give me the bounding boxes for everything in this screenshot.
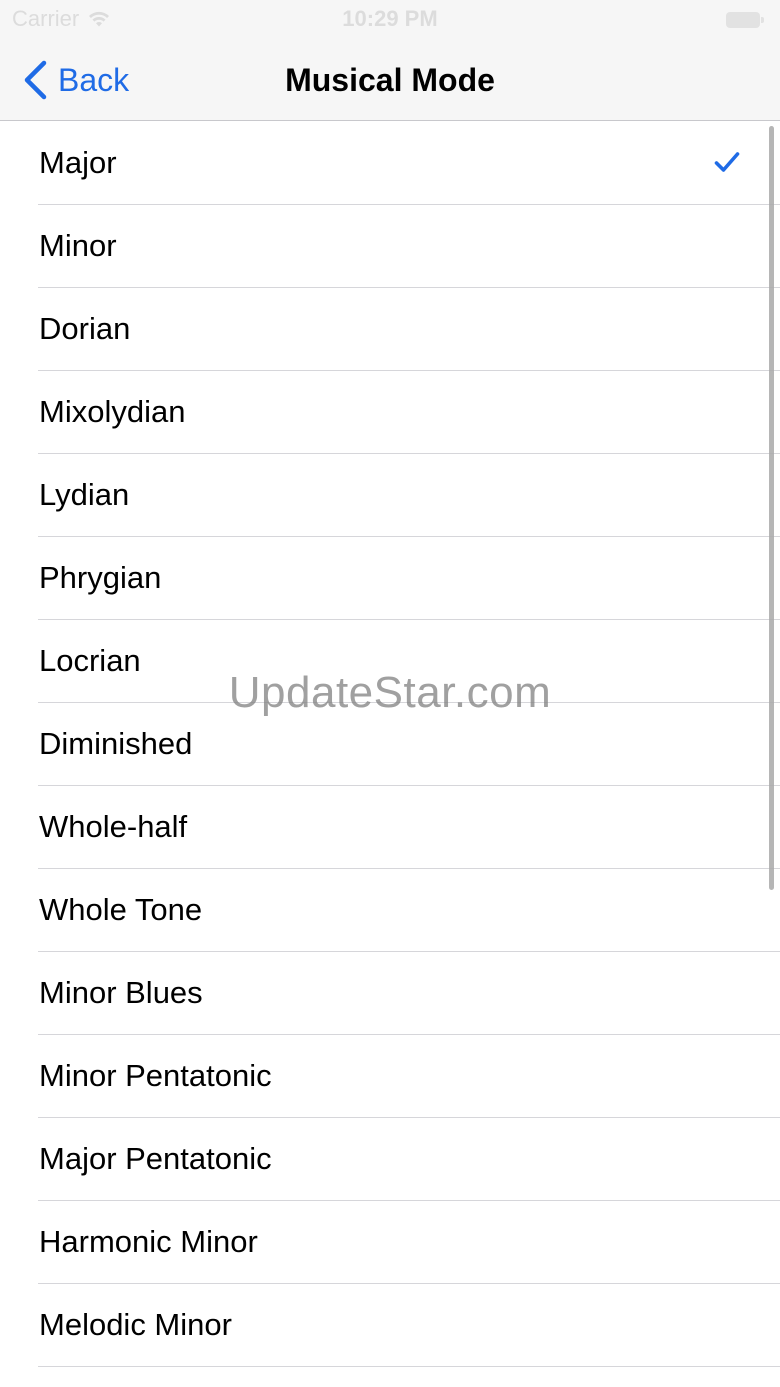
status-bar: Carrier 10:29 PM (0, 0, 780, 40)
list-item-major-pentatonic[interactable]: Major Pentatonic (0, 1118, 780, 1201)
list-item-label: Whole-half (39, 809, 188, 844)
checkmark-icon (714, 152, 740, 172)
list-item-label: Locrian (39, 643, 141, 678)
list-item-minor-blues[interactable]: Minor Blues (0, 952, 780, 1035)
list-item-lydian[interactable]: Lydian (0, 454, 780, 537)
list-item-label: Minor Blues (39, 975, 203, 1010)
list-item-dorian[interactable]: Dorian (0, 288, 780, 371)
list-item-label: Diminished (39, 726, 193, 761)
list-item-locrian[interactable]: Locrian (0, 620, 780, 703)
list-item-label: Dorian (39, 311, 131, 346)
list-item-label: Mixolydian (39, 394, 186, 429)
list-item-diminished[interactable]: Diminished (0, 703, 780, 786)
list-item-label: Phrygian (39, 560, 162, 595)
list-item-mixolydian[interactable]: Mixolydian (0, 371, 780, 454)
list-item-minor[interactable]: Minor (0, 205, 780, 288)
list-item-whole-half[interactable]: Whole-half (0, 786, 780, 869)
list-item-label: Melodic Minor (39, 1307, 232, 1342)
list-item-phrygian[interactable]: Phrygian (0, 537, 780, 620)
list-item-label: Harmonic Minor (39, 1224, 258, 1259)
list-item-label: Major Pentatonic (39, 1141, 272, 1176)
status-time: 10:29 PM (342, 6, 438, 31)
list-item-label: Major (39, 145, 117, 180)
list-item-minor-pentatonic[interactable]: Minor Pentatonic (0, 1035, 780, 1118)
list-item-label: Minor (39, 228, 117, 263)
list-item-label: Lydian (39, 477, 130, 512)
list-item-harmonic-minor[interactable]: Harmonic Minor (0, 1201, 780, 1284)
mode-list: Major Minor Dorian Mixolydian Lydian Phr… (0, 122, 780, 1367)
list-item-major[interactable]: Major (0, 122, 780, 205)
list-item-melodic-minor[interactable]: Melodic Minor (0, 1284, 780, 1367)
list-item-label: Whole Tone (39, 892, 203, 927)
battery-icon (726, 12, 764, 28)
page-title: Musical Mode (285, 62, 495, 98)
vertical-scrollbar[interactable] (769, 126, 774, 890)
list-item-whole-tone[interactable]: Whole Tone (0, 869, 780, 952)
list-item-label: Minor Pentatonic (39, 1058, 272, 1093)
navigation-bar: Back Musical Mode (0, 40, 780, 121)
